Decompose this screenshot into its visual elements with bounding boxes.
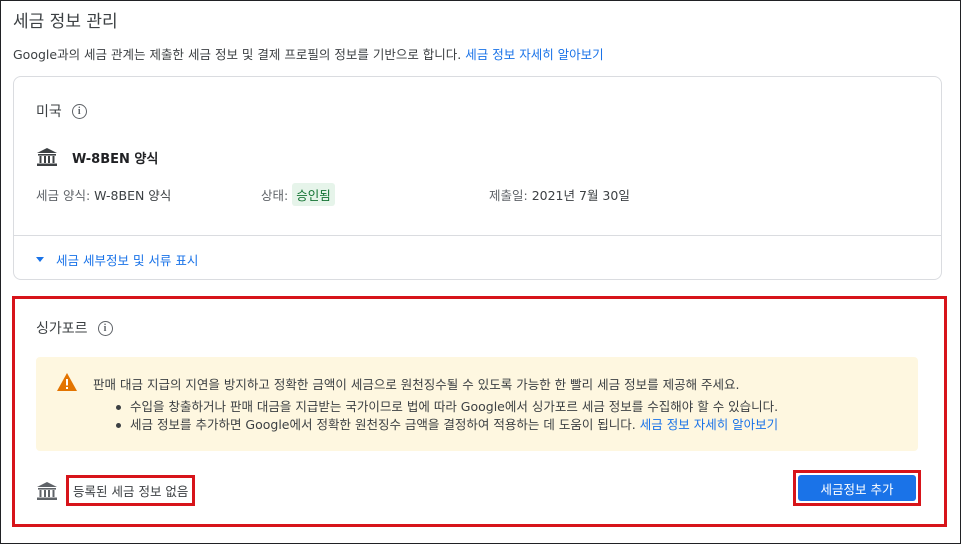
status-label: 상태: [261, 188, 289, 203]
warning-list: 수입을 창출하거나 판매 대금을 지급받는 국가이므로 법에 따라 Google… [114, 398, 778, 434]
divider [14, 235, 941, 236]
learn-more-link[interactable]: 세금 정보 자세히 알아보기 [640, 417, 778, 432]
country-name: 미국 [36, 104, 62, 120]
no-info-row: 등록된 세금 정보 없음 [36, 475, 196, 506]
warning-banner: 판매 대금 지급의 지연을 방지하고 정확한 금액이 세금으로 원천징수될 수 … [36, 357, 918, 451]
us-tax-card: 미국 i W-8BEN 양식 세금 양식: W-8BEN 양식 상태: 승인됨 제… [13, 76, 942, 280]
intro-description: Google과의 세금 관계는 제출한 세금 정보 및 결제 프로필의 정보를 … [13, 47, 462, 62]
show-details-label: 세금 세부정보 및 서류 표시 [56, 253, 199, 268]
sg-country-header: 싱가포르 i [36, 318, 113, 338]
warning-icon [57, 373, 77, 391]
page-title: 세금 정보 관리 [13, 12, 118, 32]
submitted-label: 제출일: [489, 188, 528, 203]
warning-title: 판매 대금 지급의 지연을 방지하고 정확한 금액이 세금으로 원천징수될 수 … [93, 377, 740, 392]
bank-icon [37, 481, 57, 500]
country-name: 싱가포르 [36, 321, 88, 337]
tax-form-value: W-8BEN 양식 [94, 188, 172, 203]
warning-bullet-text: 세금 정보를 추가하면 Google에서 정확한 원천징수 금액을 결정하여 적… [130, 417, 636, 432]
show-details-toggle[interactable]: 세금 세부정보 및 서류 표시 [36, 250, 198, 269]
info-icon[interactable]: i [97, 320, 113, 336]
submitted-field: 제출일: 2021년 7월 30일 [489, 185, 630, 204]
status-badge: 승인됨 [292, 183, 335, 206]
add-button-highlight: 세금정보 추가 [793, 470, 921, 506]
status-field: 상태: 승인됨 [261, 183, 335, 206]
tax-form-field: 세금 양식: W-8BEN 양식 [36, 185, 171, 204]
learn-more-link[interactable]: 세금 정보 자세히 알아보기 [465, 47, 603, 62]
warning-bullet: 세금 정보를 추가하면 Google에서 정확한 원천징수 금액을 결정하여 적… [114, 416, 778, 434]
us-country-header: 미국 i [36, 101, 87, 121]
add-tax-info-button[interactable]: 세금정보 추가 [798, 475, 916, 501]
submitted-date: 2021년 7월 30일 [531, 188, 630, 203]
warning-bullet: 수입을 창출하거나 판매 대금을 지급받는 국가이므로 법에 따라 Google… [114, 398, 778, 416]
intro-text: Google과의 세금 관계는 제출한 세금 정보 및 결제 프로필의 정보를 … [13, 44, 604, 63]
info-icon[interactable]: i [71, 103, 87, 119]
no-tax-info-label: 등록된 세금 정보 없음 [66, 475, 196, 506]
form-header: W-8BEN 양식 [36, 147, 158, 167]
tax-form-label: 세금 양식: [36, 188, 91, 203]
form-name: W-8BEN 양식 [72, 151, 159, 167]
bank-icon [37, 148, 57, 166]
caret-down-icon [36, 257, 44, 262]
